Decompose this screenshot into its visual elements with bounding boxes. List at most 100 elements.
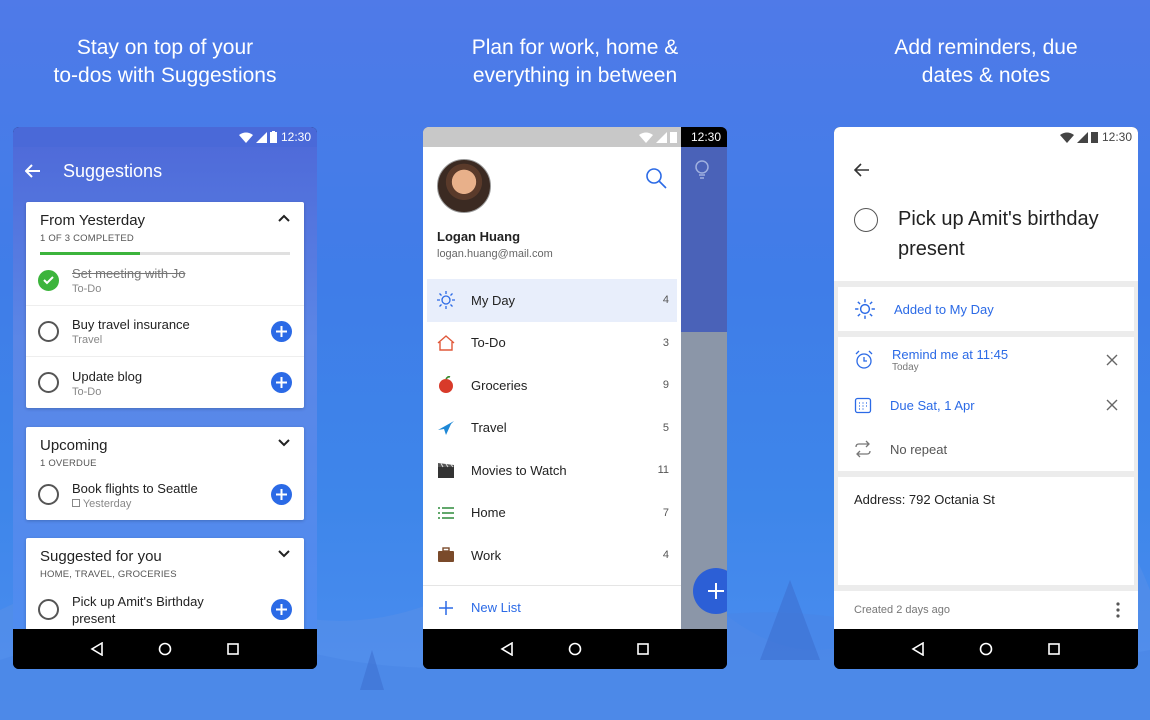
plus-icon (435, 597, 457, 619)
search-icon[interactable] (645, 167, 667, 189)
list-label: Travel (471, 420, 507, 436)
add-to-my-day-button[interactable] (271, 484, 292, 505)
chevron-down-icon[interactable] (278, 550, 290, 558)
nav-home-icon[interactable] (155, 639, 175, 659)
new-list-label: New List (471, 600, 521, 615)
task-title-row: Pick up Amit's birthday present (854, 208, 1138, 264)
back-arrow-icon[interactable] (25, 164, 41, 178)
list-label: To-Do (471, 335, 506, 351)
task-title-line: present (898, 238, 965, 260)
reminder-text: Remind me at 11:45 Today (892, 347, 1118, 373)
list-item-todo[interactable]: To-Do 3 (423, 322, 681, 365)
back-arrow-icon[interactable] (853, 163, 870, 177)
task-title-line: Pick up Amit's birthday (898, 208, 1099, 230)
new-list-button[interactable]: New List (423, 585, 681, 629)
nav-home-icon[interactable] (565, 639, 585, 659)
chevron-down-icon[interactable] (278, 439, 290, 447)
plus-icon (276, 489, 287, 500)
list-item-my-day[interactable]: My Day 4 (427, 279, 677, 322)
nav-home-icon[interactable] (976, 639, 996, 659)
completed-check-icon[interactable] (38, 269, 59, 291)
task-row[interactable]: Book flights to Seattle Yesterday (26, 469, 304, 520)
task-text: Pick up Amit's Birthday present (72, 593, 271, 627)
clapperboard-icon (435, 459, 457, 481)
wifi-icon (1059, 132, 1074, 143)
nav-back-icon[interactable] (87, 639, 107, 659)
reminder-label: Remind me at 11:45 (892, 347, 1009, 362)
wifi-icon (238, 132, 253, 143)
list-item-home[interactable]: Home 7 (423, 492, 681, 535)
task-checkbox[interactable] (38, 320, 59, 342)
page-title: Suggestions (63, 160, 163, 181)
task-detail-screen: Pick up Amit's birthday present Added to… (834, 147, 1138, 629)
card-subtitle: HOME, TRAVEL, GROCERIES (40, 569, 177, 580)
task-row[interactable]: Set meeting with Jo To-Do (26, 255, 304, 306)
note-field[interactable]: Address: 792 Octania St (838, 477, 1134, 585)
card-header[interactable]: From Yesterday 1 OF 3 COMPLETED (26, 202, 304, 244)
add-to-my-day-button[interactable] (271, 372, 292, 393)
remove-reminder-close-icon[interactable] (1106, 354, 1118, 366)
task-name: Set meeting with Jo (72, 266, 186, 281)
list-item-groceries[interactable]: Groceries 9 (423, 364, 681, 407)
task-checkbox[interactable] (38, 372, 59, 393)
list-item-work[interactable]: Work 4 (423, 534, 681, 577)
list-count: 3 (662, 336, 669, 349)
card-title: From Yesterday (40, 212, 146, 229)
list-count: 5 (662, 421, 669, 434)
reminder-row[interactable]: Remind me at 11:45 Today (838, 337, 1134, 383)
list-count: 4 (662, 549, 669, 562)
card-title: Upcoming (40, 437, 108, 454)
status-icons (639, 131, 677, 143)
task-checkbox[interactable] (38, 484, 59, 505)
suggestions-screen: Suggestions From Yesterday 1 OF 3 COMPLE… (13, 147, 317, 629)
repeat-icon (855, 440, 871, 458)
card-header[interactable]: Upcoming 1 OVERDUE (26, 427, 304, 469)
due-date-row[interactable]: Due Sat, 1 Apr (838, 383, 1134, 427)
list-item-movies[interactable]: Movies to Watch 11 (423, 449, 681, 492)
more-options-icon[interactable] (1116, 602, 1120, 618)
card-subtitle: 1 OF 3 COMPLETED (40, 233, 134, 244)
repeat-row[interactable]: No repeat (838, 427, 1134, 471)
list-label: Work (471, 547, 502, 563)
added-to-my-day-row[interactable]: Added to My Day (838, 287, 1134, 331)
task-text: Buy travel insurance Travel (72, 316, 271, 346)
avatar[interactable] (437, 159, 491, 213)
add-task-fab[interactable] (693, 568, 727, 614)
status-time: 12:30 (280, 130, 311, 144)
my-day-block: Added to My Day (838, 287, 1134, 331)
calendar-icon (72, 498, 80, 507)
task-header: Pick up Amit's birthday present (834, 147, 1138, 281)
task-checkbox[interactable] (38, 599, 59, 620)
nav-recents-icon[interactable] (1044, 639, 1064, 659)
card-header[interactable]: Suggested for you HOME, TRAVEL, GROCERIE… (26, 538, 304, 580)
task-row[interactable]: Buy travel insurance Travel (26, 306, 304, 357)
nav-back-icon[interactable] (497, 639, 517, 659)
list-item-travel[interactable]: Travel 5 (423, 407, 681, 450)
list-count: 4 (662, 294, 669, 307)
task-title[interactable]: Pick up Amit's birthday present (898, 204, 1099, 264)
plus-icon (276, 325, 287, 337)
nav-recents-icon[interactable] (633, 639, 653, 659)
task-name: Pick up Amit's Birthday present (72, 593, 204, 626)
task-row[interactable]: Update blog To-Do (26, 357, 304, 408)
battery-icon (670, 132, 677, 143)
task-checkbox[interactable] (854, 208, 878, 232)
repeat-label: No repeat (890, 441, 948, 457)
chevron-up-icon[interactable] (278, 214, 290, 222)
remove-due-date-close-icon[interactable] (1106, 399, 1118, 411)
nav-back-icon[interactable] (908, 639, 928, 659)
background-app-screen: 12:30 (681, 127, 727, 629)
caption-reminders: Add reminders, due dates & notes (821, 34, 1150, 90)
add-to-my-day-button[interactable] (271, 599, 292, 620)
nav-recents-icon[interactable] (223, 639, 243, 659)
add-to-my-day-button[interactable] (271, 320, 292, 342)
status-bar: 12:30 (13, 127, 317, 147)
signal-icon (255, 131, 267, 143)
user-email: logan.huang@mail.com (437, 248, 553, 260)
task-name: Buy travel insurance (72, 317, 190, 332)
my-day-label: Added to My Day (894, 301, 994, 317)
profile-section[interactable]: Logan Huang logan.huang@mail.com (423, 147, 681, 279)
task-row[interactable]: Pick up Amit's Birthday present (26, 584, 304, 629)
reminder-sub: Today (892, 362, 919, 373)
card-suggested-for-you: Suggested for you HOME, TRAVEL, GROCERIE… (26, 538, 304, 629)
